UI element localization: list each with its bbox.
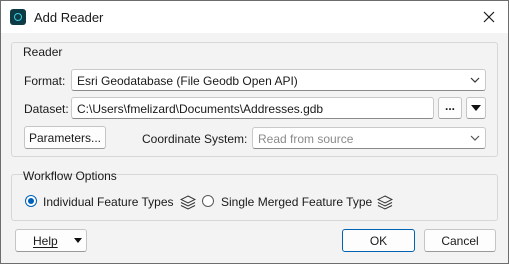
cancel-button[interactable]: Cancel [424,229,496,252]
chevron-down-icon [470,135,480,141]
help-button[interactable]: Help [15,229,87,252]
cancel-label: Cancel [441,233,479,248]
dialog-title: Add Reader [34,10,104,25]
dataset-label: Dataset: [24,102,69,116]
browse-button[interactable]: ... [438,97,462,119]
fme-app-icon [10,9,26,25]
workflow-options-title: Workflow Options [23,169,117,183]
radio-individual-label: Individual Feature Types [43,195,174,209]
triangle-down-icon [74,238,82,243]
add-reader-dialog: Add Reader Reader Format: Esri Geodataba… [0,0,509,264]
triangle-down-icon [471,105,481,111]
browse-label: ... [444,99,455,113]
coordinate-system-select[interactable]: Read from source [252,127,486,149]
dataset-value: C:\Users\fmelizard\Documents\Addresses.g… [77,102,324,116]
radio-button-unselected [202,195,214,207]
layers-icon [377,195,393,210]
close-icon [483,11,495,23]
parameters-label: Parameters... [28,130,102,145]
radio-single-merged-label: Single Merged Feature Type [221,195,373,209]
ok-button[interactable]: OK [342,229,415,252]
coordinate-system-label: Coordinate System: [142,132,248,146]
dataset-dropdown-button[interactable] [466,97,486,119]
radio-single-merged-feature-type[interactable]: Single Merged Feature Type [201,194,396,210]
chevron-down-icon [470,77,480,83]
help-label: Help [33,234,58,248]
dataset-input[interactable]: C:\Users\fmelizard\Documents\Addresses.g… [71,97,434,119]
parameters-button[interactable]: Parameters... [24,126,106,149]
ok-label: OK [369,233,388,248]
format-value: Esri Geodatabase (File Geodb Open API) [77,74,298,88]
reader-group-title: Reader [23,45,63,59]
layers-icon [180,195,196,210]
close-button[interactable] [476,4,502,30]
radio-button-selected [25,195,37,207]
radio-individual-feature-types[interactable]: Individual Feature Types [23,194,198,210]
format-label: Format: [24,74,66,88]
title-bar: Add Reader [1,1,508,33]
format-select[interactable]: Esri Geodatabase (File Geodb Open API) [71,69,486,91]
coordinate-system-placeholder: Read from source [258,132,354,146]
